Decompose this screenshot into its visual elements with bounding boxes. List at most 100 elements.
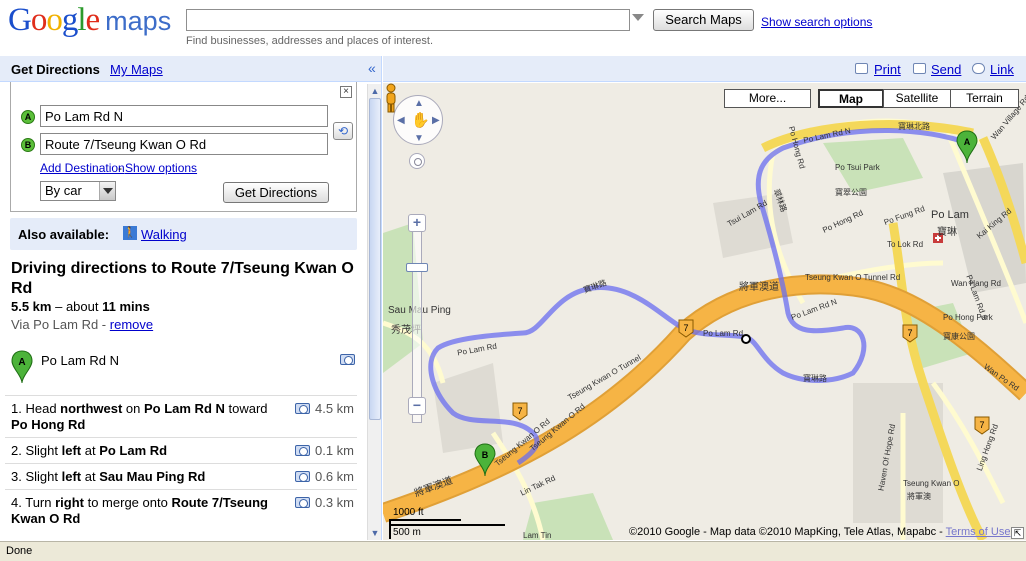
end-marker-icon: B xyxy=(21,138,35,152)
search-maps-button[interactable]: Search Maps xyxy=(653,9,754,31)
svg-text:7: 7 xyxy=(683,323,688,333)
link-icon[interactable] xyxy=(972,63,985,74)
travel-mode-value: By car xyxy=(45,183,82,198)
map-type-map-button[interactable]: Map xyxy=(818,89,884,108)
copyright-text: ©2010 Google - Map data ©2010 MapKing, T… xyxy=(629,526,943,538)
map-label: 寶康公園 xyxy=(943,332,975,341)
search-input[interactable] xyxy=(186,9,630,31)
print-icon[interactable] xyxy=(855,63,868,74)
map-label: 將軍澳 xyxy=(907,492,931,501)
link-separator: - xyxy=(118,161,122,175)
also-available-label: Also available: xyxy=(18,227,110,242)
pan-up-icon[interactable]: ▲ xyxy=(414,98,424,109)
route-via-text: Via Po Lam Rd - xyxy=(11,317,107,332)
map-label: Po Tsui Park xyxy=(835,163,880,172)
map-label: To Lok Rd xyxy=(887,240,924,249)
tab-my-maps[interactable]: My Maps xyxy=(110,62,163,77)
svg-text:7: 7 xyxy=(979,420,984,430)
step-row[interactable]: 2. Slight left at Po Lam Rd 0.1 km xyxy=(5,437,357,463)
scroll-down-icon[interactable]: ▼ xyxy=(370,528,380,538)
reverse-directions-icon[interactable]: ⟲ xyxy=(333,122,353,140)
close-icon[interactable]: × xyxy=(340,86,352,98)
start-pin-label: A xyxy=(18,357,25,368)
get-directions-button[interactable]: Get Directions xyxy=(223,182,329,203)
step-row[interactable]: 1. Head northwest on Po Lam Rd N toward … xyxy=(5,395,357,435)
pan-control[interactable]: ▲ ▼ ◀ ▶ ✋ xyxy=(393,95,443,145)
map-type-terrain-button[interactable]: Terrain xyxy=(950,89,1019,108)
map-label: Tseung Kwan O xyxy=(903,479,960,488)
svg-text:7: 7 xyxy=(517,406,522,416)
travel-mode-select[interactable]: By car xyxy=(40,181,116,201)
route-distance: 5.5 km xyxy=(11,299,52,314)
step-row[interactable]: 3. Slight left at Sau Mau Ping Rd 0.6 km xyxy=(5,463,357,489)
map-label: Po Lam Rd xyxy=(703,329,744,338)
scale-label-m: 500 m xyxy=(393,527,421,538)
start-marker-icon: A xyxy=(21,110,35,124)
camera-icon[interactable] xyxy=(340,354,355,365)
zoom-out-button[interactable]: − xyxy=(408,397,426,415)
map-label: Po Hong Park xyxy=(943,313,993,322)
map-label: 寶琳北路 xyxy=(898,122,930,131)
print-link[interactable]: Print xyxy=(874,62,901,77)
scroll-thumb[interactable] xyxy=(369,98,381,420)
pan-left-icon[interactable]: ◀ xyxy=(397,115,405,126)
add-destination-link[interactable]: Add Destination xyxy=(40,161,125,175)
map-label: 將軍澳道 xyxy=(739,282,779,293)
header: Google maps Search Maps Show search optio… xyxy=(0,0,1026,56)
step-row[interactable]: 4. Turn right to merge onto Route 7/Tseu… xyxy=(5,489,357,531)
pegman-icon[interactable] xyxy=(383,83,399,113)
pan-right-icon[interactable]: ▶ xyxy=(432,115,440,126)
map-copyright: ©2010 Google - Map data ©2010 MapKing, T… xyxy=(629,526,1010,538)
route-waypoint xyxy=(741,334,751,344)
show-options-link[interactable]: Show options xyxy=(125,161,197,175)
camera-icon[interactable] xyxy=(295,445,310,456)
route-duration: 11 mins xyxy=(102,299,150,314)
map-graphics: 7 7 7 7 A B xyxy=(383,118,1026,540)
map-type-satellite-button[interactable]: Satellite xyxy=(883,89,951,108)
walking-link[interactable]: Walking xyxy=(141,227,187,242)
camera-icon[interactable] xyxy=(295,497,310,508)
pan-down-icon[interactable]: ▼ xyxy=(414,133,424,144)
scroll-up-icon[interactable]: ▲ xyxy=(370,86,380,96)
chevron-down-icon xyxy=(99,182,115,200)
search-history-dropdown-icon[interactable] xyxy=(632,14,644,21)
map-canvas[interactable]: 7 7 7 7 A B Po Lam Rd N 寶琳北路 Po Hong Rd … xyxy=(383,83,1026,540)
svg-text:A: A xyxy=(964,137,971,147)
zoom-slider-handle[interactable] xyxy=(406,263,428,272)
reset-view-icon[interactable] xyxy=(409,153,425,169)
map-label: 寶琳路 xyxy=(803,374,827,383)
scale-label-ft: 1000 ft xyxy=(393,507,424,518)
directions-panel: Get Directions My Maps « × A B ⟲ Add Des… xyxy=(0,56,382,540)
more-layers-button[interactable]: More... xyxy=(724,89,811,108)
route-via: Via Po Lam Rd - remove xyxy=(11,317,153,332)
start-address-input[interactable] xyxy=(40,105,328,127)
expand-overview-icon[interactable]: ⇱ xyxy=(1011,527,1024,539)
pan-hand-icon[interactable]: ✋ xyxy=(411,111,430,129)
step-text: 4. Turn right to merge onto Route 7/Tseu… xyxy=(11,495,268,526)
route-7-shield: 7 xyxy=(974,416,990,435)
show-search-options-link[interactable]: Show search options xyxy=(761,15,872,29)
walking-icon[interactable]: 🚶 xyxy=(123,226,137,240)
google-maps-logo[interactable]: Google maps xyxy=(8,2,171,39)
step-distance: 0.1 km xyxy=(315,443,355,458)
step-text: 1. Head northwest on Po Lam Rd N toward … xyxy=(11,401,268,432)
camera-icon[interactable] xyxy=(295,403,310,414)
map-label: Po Lam xyxy=(931,209,969,221)
camera-icon[interactable] xyxy=(295,471,310,482)
end-address-input[interactable] xyxy=(40,133,328,155)
zoom-in-button[interactable]: + xyxy=(408,214,426,232)
tab-get-directions[interactable]: Get Directions xyxy=(11,62,100,77)
collapse-panel-icon[interactable]: « xyxy=(368,60,376,76)
step-distance: 4.5 km xyxy=(315,401,355,416)
search-hint: Find businesses, addresses and places of… xyxy=(186,35,434,47)
send-link[interactable]: Send xyxy=(931,62,961,77)
zoom-slider-track[interactable] xyxy=(412,215,422,423)
send-icon[interactable] xyxy=(913,63,926,74)
remove-via-link[interactable]: remove xyxy=(110,317,153,332)
map-label: Lam Tin xyxy=(523,531,552,540)
panel-tabs: Get Directions My Maps « xyxy=(0,56,381,82)
start-pin-icon[interactable]: A xyxy=(11,350,33,384)
link-link[interactable]: Link xyxy=(990,62,1014,77)
terms-of-use-link[interactable]: Terms of Use xyxy=(946,526,1011,538)
panel-scrollbar[interactable]: ▲ ▼ xyxy=(367,84,381,540)
